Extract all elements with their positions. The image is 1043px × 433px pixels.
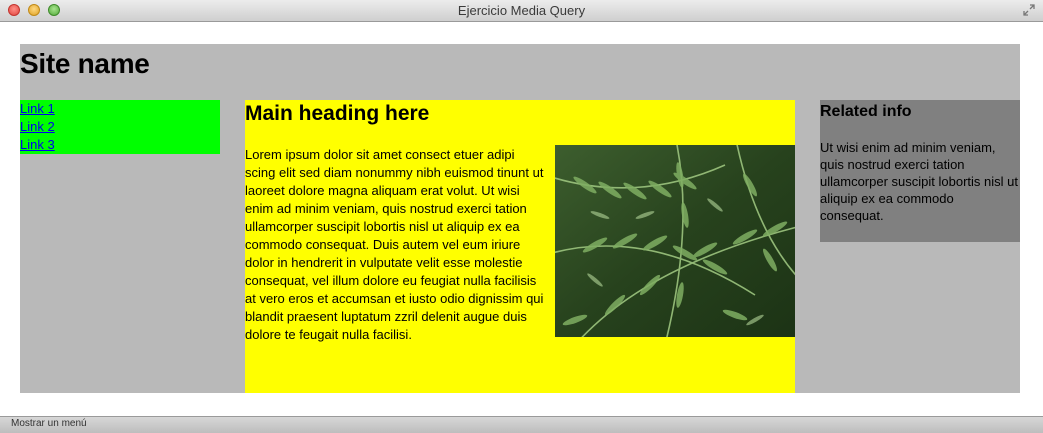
nav-sidebar: Link 1 Link 2 Link 3 — [20, 100, 220, 154]
window-title: Ejercicio Media Query — [457, 3, 586, 18]
related-info-panel: Related info Ut wisi enim ad minim venia… — [820, 100, 1020, 242]
site-name: Site name — [20, 48, 150, 79]
window-titlebar: Ejercicio Media Query — [0, 0, 1043, 22]
nav-link-3[interactable]: Link 3 — [20, 136, 220, 154]
main-body-text: Lorem ipsum dolor sit amet consect etuer… — [245, 147, 544, 342]
nav-link-2[interactable]: Link 2 — [20, 118, 220, 136]
fullscreen-icon[interactable] — [1023, 4, 1035, 16]
fern-image — [555, 145, 795, 337]
show-menu-button[interactable]: Mostrar un menú — [11, 418, 87, 429]
main-content: Main heading here Lorem ipsum dolor sit … — [245, 100, 795, 393]
page-container: Site name Link 1 Link 2 Link 3 Main head… — [20, 44, 1020, 393]
nav-link-1[interactable]: Link 1 — [20, 100, 220, 118]
main-heading: Main heading here — [245, 102, 430, 125]
related-heading: Related info — [820, 103, 912, 120]
status-bar: Mostrar un menú — [0, 416, 1043, 433]
related-body-text: Ut wisi enim ad minim veniam, quis nostr… — [820, 140, 1018, 223]
